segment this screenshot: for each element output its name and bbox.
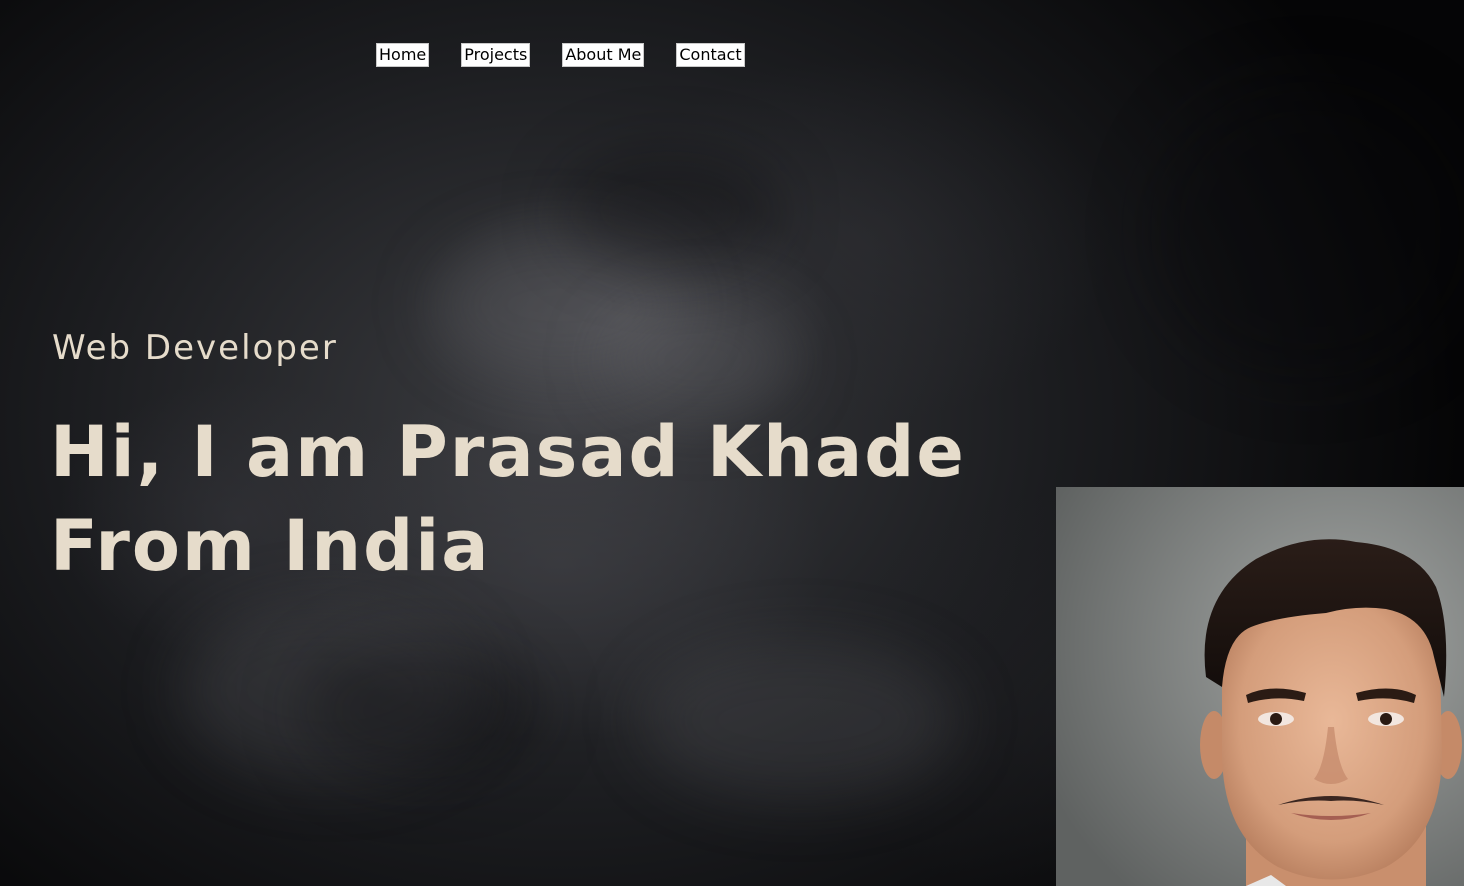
headline-line-1: Hi, I am Prasad Khade [50, 411, 966, 493]
nav-projects-link[interactable]: Projects [461, 43, 531, 67]
smoke-decoration [430, 230, 690, 380]
nav-home-link[interactable]: Home [376, 43, 430, 67]
smoke-shadow-decoration [1150, 80, 1464, 380]
nav-contact-link[interactable]: Contact [676, 43, 745, 67]
headline-line-2: From India [50, 505, 491, 587]
smoke-decoration [640, 640, 960, 800]
smoke-decoration [600, 300, 800, 420]
smoke-decoration [180, 600, 480, 780]
smoke-shadow-decoration [300, 640, 540, 780]
main-nav: Home Projects About Me Contact [376, 43, 745, 67]
hero-section: Home Projects About Me Contact Web Devel… [0, 0, 1464, 886]
profile-photo [1056, 487, 1464, 886]
role-subtitle: Web Developer [52, 328, 338, 368]
smoke-shadow-decoration [560, 150, 780, 270]
nav-about-me-link[interactable]: About Me [562, 43, 645, 67]
person-portrait-photo-icon [1056, 487, 1464, 886]
hero-headline: Hi, I am Prasad Khade From India [50, 405, 1010, 593]
